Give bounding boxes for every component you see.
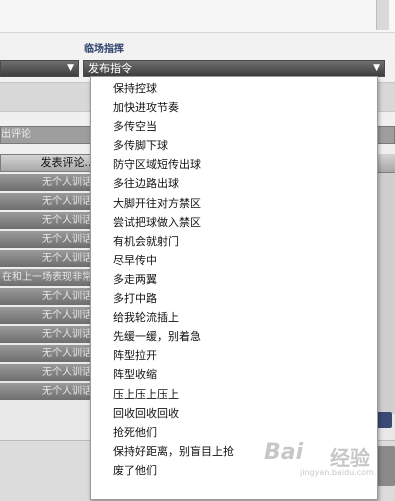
dropdown-option[interactable]: 有机会就射门 (91, 232, 377, 251)
top-right-corner (376, 0, 389, 30)
list-item[interactable]: 无个人训话 (0, 174, 100, 191)
list-item[interactable]: 无个人训话 (0, 307, 100, 324)
list-item[interactable]: 无个人训话 (0, 364, 100, 381)
chevron-down-icon: ▼ (67, 63, 74, 73)
dropdown-option[interactable]: 多走两翼 (91, 270, 377, 289)
dropdown-option[interactable]: 阵型收缩 (91, 365, 377, 384)
list-item[interactable]: 无个人训话 (0, 193, 100, 210)
right-column (375, 154, 395, 414)
baidu-watermark: Bai 经验 jingyan.baidu.com (258, 432, 390, 482)
dropdown-option[interactable]: 防守区域短传出球 (91, 155, 377, 174)
dropdown-option[interactable]: 大脚开往对方禁区 (91, 194, 377, 213)
dropdown-option[interactable]: 尽早传中 (91, 251, 377, 270)
dropdown-option[interactable]: 阵型拉开 (91, 346, 377, 365)
dropdown-option[interactable]: 多传脚下球 (91, 136, 377, 155)
top-strip (0, 0, 395, 33)
dropdown-option[interactable]: 多打中路 (91, 289, 377, 308)
dropdown-option[interactable]: 压上压上压上 (91, 385, 377, 404)
dropdown-option[interactable]: 保持控球 (91, 79, 377, 98)
command-select-value: 发布指令 (88, 62, 132, 75)
list-item[interactable]: 无个人训话 (0, 250, 100, 267)
field-label-command: 临场指挥 (84, 44, 124, 55)
dropdown-option[interactable]: 多传空当 (91, 117, 377, 136)
small-button[interactable] (376, 412, 392, 428)
list-item[interactable]: 在和上一场表现非常 (0, 269, 100, 286)
dropdown-option[interactable]: 多往边路出球 (91, 174, 377, 193)
list-item[interactable]: 无个人训话 (0, 231, 100, 248)
dropdown-option[interactable]: 回收回收回收 (91, 404, 377, 423)
watermark-brand2: 经验 (330, 446, 370, 470)
list-item[interactable]: 无个人训话 (0, 326, 100, 343)
chevron-down-icon: ▼ (373, 63, 380, 73)
dropdown-option[interactable]: 尝试把球做入禁区 (91, 213, 377, 232)
list-item[interactable]: 无个人训话 (0, 383, 100, 400)
watermark-url: jingyan.baidu.com (300, 468, 374, 477)
list-item[interactable]: 无个人训话 (0, 288, 100, 305)
list-item[interactable]: 无个人训话 (0, 345, 100, 362)
dropdown-option[interactable]: 给我轮流插上 (91, 308, 377, 327)
player-list: 发表评论... 无个人训话 无个人训话 无个人训话 无个人训话 无个人训话 在和… (0, 154, 100, 400)
comment-input-end (375, 126, 395, 144)
watermark-brand: Bai (264, 440, 304, 465)
right-column-header (376, 154, 395, 173)
list-item[interactable]: 无个人训话 (0, 212, 100, 229)
dropdown-option[interactable]: 加快进攻节奏 (91, 98, 377, 117)
command-select[interactable]: 发布指令 ▼ (83, 60, 385, 77)
dropdown-option[interactable]: 先缓一缓，别着急 (91, 327, 377, 346)
left-select[interactable]: ▼ (0, 60, 79, 77)
list-header[interactable]: 发表评论... (0, 154, 100, 172)
